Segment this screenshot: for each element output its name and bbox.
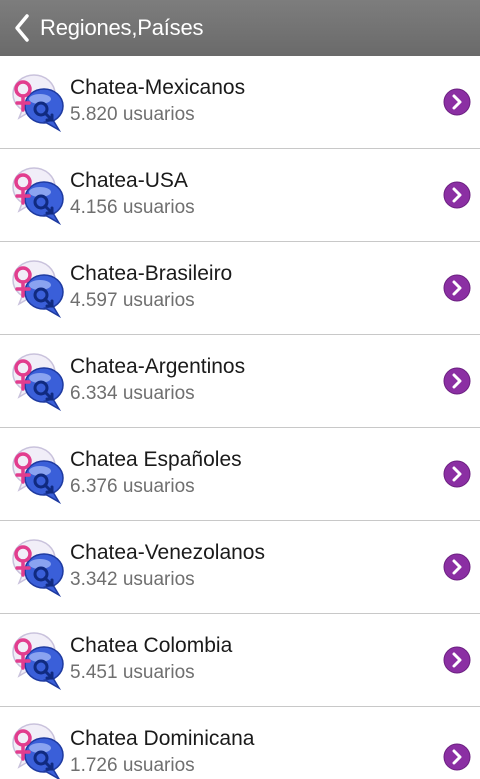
list-item[interactable]: Chatea-USA 4.156 usuarios xyxy=(0,149,480,242)
list-item[interactable]: Chatea-Mexicanos 5.820 usuarios xyxy=(0,56,480,149)
purple-chevron-right-icon[interactable] xyxy=(443,274,471,302)
list-item[interactable]: Chatea-Brasileiro 4.597 usuarios xyxy=(0,242,480,335)
room-user-count: 6.334 usuarios xyxy=(70,383,195,404)
room-name: Chatea-Brasileiro xyxy=(70,262,233,285)
purple-chevron-right-icon[interactable] xyxy=(443,88,471,116)
room-name: Chatea-USA xyxy=(70,169,188,192)
purple-chevron-right-icon[interactable] xyxy=(443,367,471,395)
room-user-count: 5.820 usuarios xyxy=(70,104,195,125)
page-title: Regiones,Países xyxy=(40,15,204,40)
gender-chat-bubble-icon xyxy=(12,74,64,133)
list-item[interactable]: Chatea-Argentinos 6.334 usuarios xyxy=(0,335,480,428)
room-user-count: 3.342 usuarios xyxy=(70,569,195,590)
room-user-count: 4.156 usuarios xyxy=(70,197,195,218)
purple-chevron-right-icon[interactable] xyxy=(443,743,471,771)
list-item[interactable]: Chatea Españoles 6.376 usuarios xyxy=(0,428,480,521)
room-user-count: 4.597 usuarios xyxy=(70,290,195,311)
purple-chevron-right-icon[interactable] xyxy=(443,553,471,581)
list-item[interactable]: Chatea Dominicana 1.726 usuarios xyxy=(0,707,480,779)
gender-chat-bubble-icon xyxy=(12,539,64,598)
room-user-count: 1.726 usuarios xyxy=(70,755,195,776)
gender-chat-bubble-icon xyxy=(12,723,64,779)
list-item[interactable]: Chatea-Venezolanos 3.342 usuarios xyxy=(0,521,480,614)
app-header: Regiones,Países xyxy=(0,0,480,56)
room-user-count: 5.451 usuarios xyxy=(70,662,195,683)
room-name: Chatea Dominicana xyxy=(70,727,255,750)
chevron-left-icon xyxy=(15,14,29,42)
room-name: Chatea-Venezolanos xyxy=(70,541,265,564)
purple-chevron-right-icon[interactable] xyxy=(443,460,471,488)
room-user-count: 6.376 usuarios xyxy=(70,476,195,497)
gender-chat-bubble-icon xyxy=(12,446,64,505)
room-name: Chatea-Argentinos xyxy=(70,355,246,378)
room-name: Chatea-Mexicanos xyxy=(70,76,246,99)
room-name: Chatea Españoles xyxy=(70,448,242,471)
purple-chevron-right-icon[interactable] xyxy=(443,646,471,674)
rooms-list: Chatea-Mexicanos 5.820 usuarios Chatea-U… xyxy=(0,56,480,779)
list-item[interactable]: Chatea Colombia 5.451 usuarios xyxy=(0,614,480,707)
gender-chat-bubble-icon xyxy=(12,167,64,226)
purple-chevron-right-icon[interactable] xyxy=(443,181,471,209)
gender-chat-bubble-icon xyxy=(12,632,64,691)
room-name: Chatea Colombia xyxy=(70,634,233,657)
gender-chat-bubble-icon xyxy=(12,260,64,319)
back-button[interactable] xyxy=(4,0,40,56)
gender-chat-bubble-icon xyxy=(12,353,64,412)
